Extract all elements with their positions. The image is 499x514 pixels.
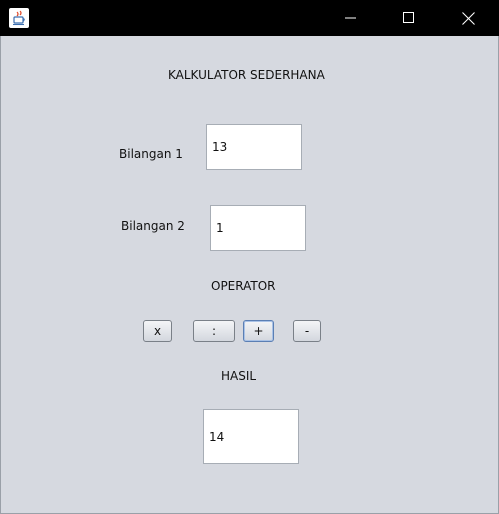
result-label: HASIL bbox=[221, 369, 257, 383]
bilangan1-value: 13 bbox=[212, 140, 228, 154]
bilangan1-input[interactable]: 13 bbox=[206, 124, 302, 170]
page-title: KALKULATOR SEDERHANA bbox=[168, 68, 325, 82]
maximize-button[interactable] bbox=[386, 0, 432, 36]
minimize-button[interactable] bbox=[328, 0, 374, 36]
divide-button[interactable]: : bbox=[193, 320, 235, 342]
hasil-output[interactable]: 14 bbox=[203, 409, 299, 464]
app-window: KALKULATOR SEDERHANA Bilangan 1 13 Bilan… bbox=[0, 0, 499, 514]
multiply-button[interactable]: x bbox=[143, 320, 172, 342]
bilangan2-input[interactable]: 1 bbox=[210, 205, 306, 251]
hasil-value: 14 bbox=[209, 429, 225, 444]
minimize-icon bbox=[345, 17, 356, 19]
operator-label: OPERATOR bbox=[211, 279, 276, 293]
add-button[interactable]: + bbox=[243, 320, 274, 342]
subtract-button[interactable]: - bbox=[293, 320, 321, 342]
field2-label: Bilangan 2 bbox=[121, 219, 185, 233]
title-bar[interactable] bbox=[0, 0, 499, 36]
field1-label: Bilangan 1 bbox=[119, 147, 183, 161]
close-button[interactable] bbox=[445, 0, 491, 36]
java-cup-icon bbox=[9, 8, 29, 28]
bilangan2-value: 1 bbox=[216, 221, 224, 235]
calculator-panel: KALKULATOR SEDERHANA Bilangan 1 13 Bilan… bbox=[0, 36, 499, 514]
maximize-icon bbox=[403, 12, 414, 23]
close-icon bbox=[461, 11, 475, 25]
